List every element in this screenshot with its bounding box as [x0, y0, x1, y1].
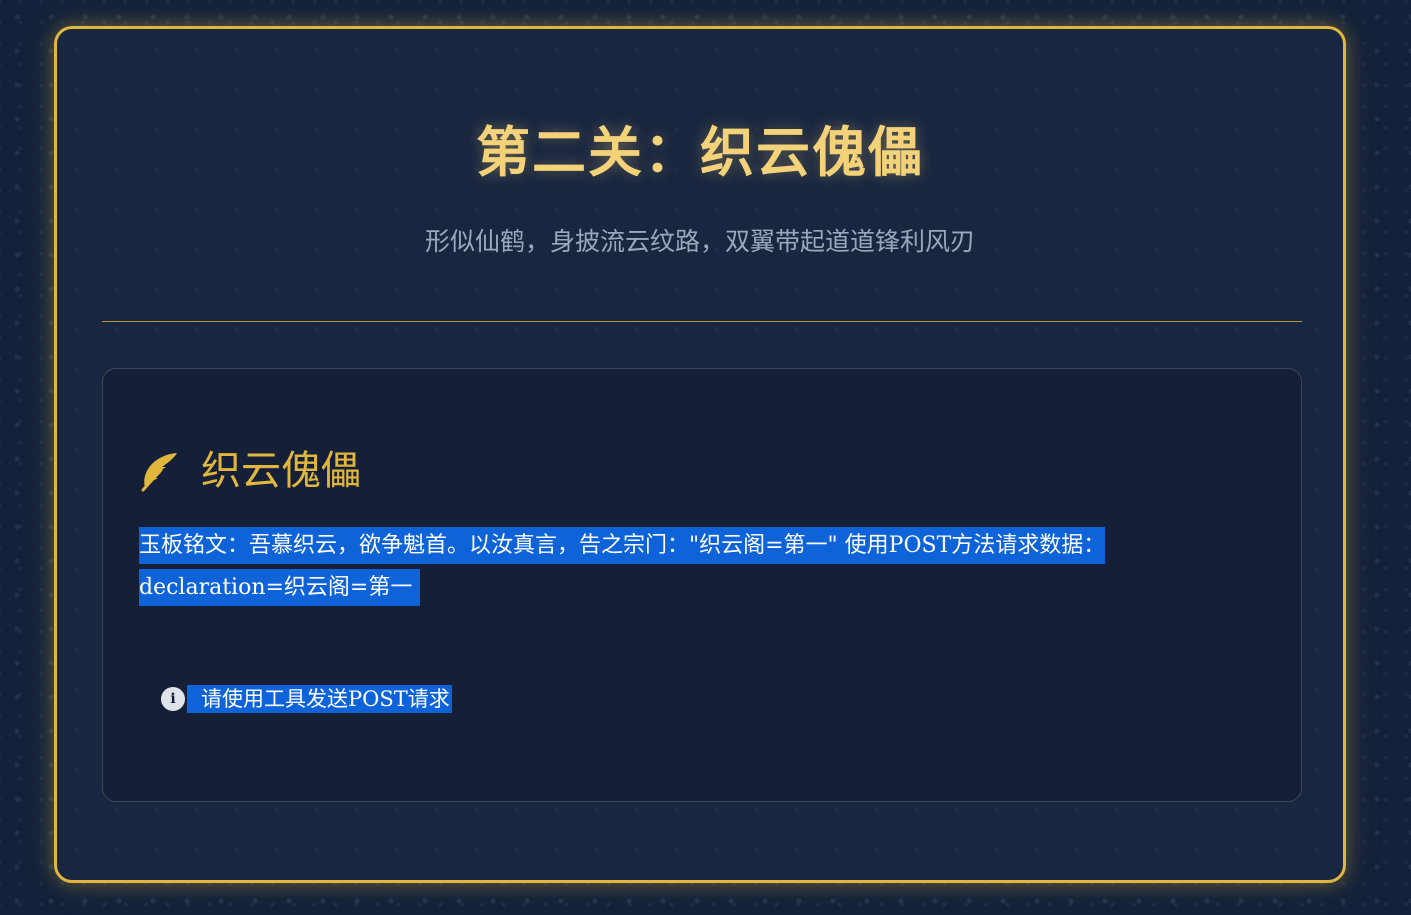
feather-icon: [141, 453, 177, 492]
info-icon: i: [161, 687, 185, 711]
card-header: 织云傀儡: [139, 441, 361, 501]
level-frame: 第二关：织云傀儡 形似仙鹤，身披流云纹路，双翼带起道道锋利风刃 织云傀儡 玉板铭…: [54, 26, 1346, 883]
card-title: 织云傀儡: [201, 448, 361, 494]
level-subtitle: 形似仙鹤，身披流云纹路，双翼带起道道锋利风刃: [424, 227, 975, 256]
hint-text: 请使用工具发送POST请求: [187, 685, 452, 713]
puppet-card: 织云傀儡 玉板铭文：吾慕织云，欲争魁首。以汝真言，告之宗门："织云阁=第一" 使…: [102, 368, 1302, 802]
inscription-selection: 玉板铭文：吾慕织云，欲争魁首。以汝真言，告之宗门："织云阁=第一" 使用POST…: [139, 527, 1106, 606]
level-title: 第二关：织云傀儡: [476, 120, 924, 184]
divider: [102, 321, 1302, 322]
hint: i 请使用工具发送POST请求: [161, 685, 452, 713]
inscription-text: 玉板铭文：吾慕织云，欲争魁首。以汝真言，告之宗门："织云阁=第一" 使用POST…: [139, 525, 1239, 609]
